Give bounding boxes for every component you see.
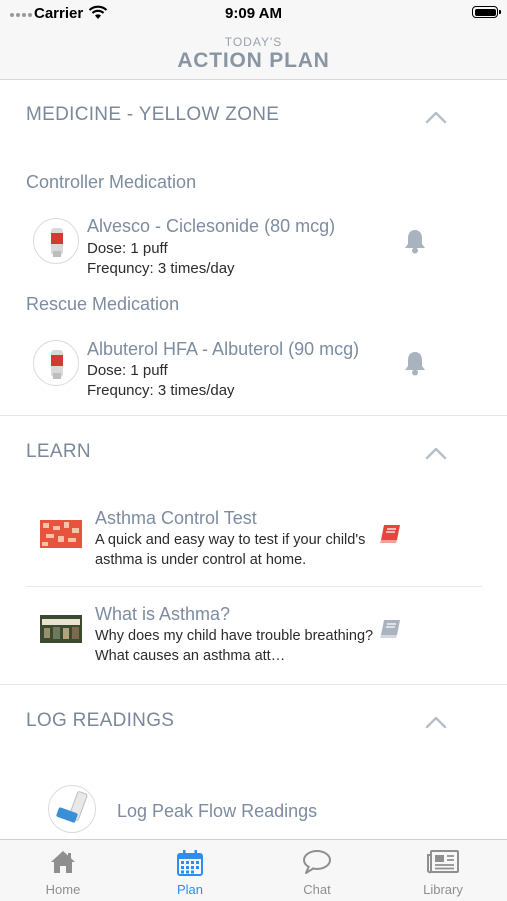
log-peak-flow-link[interactable]: Log Peak Flow Readings [117, 801, 317, 822]
learn-section-title: LEARN [26, 441, 91, 462]
peak-flow-meter-icon [48, 785, 96, 833]
rescue-med-dose: Dose: 1 puff [87, 362, 168, 379]
collapse-log-readings-chevron-up-icon[interactable] [425, 715, 447, 729]
book-icon[interactable] [378, 523, 402, 545]
controller-medication-label: Controller Medication [26, 172, 197, 192]
learn-item-description: Why does my child have trouble breathing… [95, 628, 374, 664]
inhaler-icon [33, 218, 79, 264]
rescue-med-name[interactable]: Albuterol HFA - Albuterol (90 mcg) [87, 339, 359, 360]
calendar-icon [177, 850, 203, 876]
learn-item-description: A quick and easy way to test if your chi… [95, 532, 366, 568]
battery-icon [472, 6, 501, 18]
log-readings-section-title: LOG READINGS [26, 710, 175, 731]
tab-plan[interactable]: Plan [127, 840, 253, 901]
tab-label: Plan [176, 882, 204, 897]
reminder-bell-icon[interactable] [403, 350, 427, 376]
learn-item-divider [26, 586, 482, 587]
section-divider [0, 415, 507, 416]
controller-med-frequency: Frequncy: 3 times/day [87, 260, 235, 277]
home-icon [51, 851, 75, 873]
nav-header: TODAY'S ACTION PLAN [0, 28, 507, 80]
header-subtitle: TODAY'S [224, 35, 283, 49]
tab-bar: Home Plan Chat Library [0, 839, 507, 901]
collapse-learn-chevron-up-icon[interactable] [425, 446, 447, 460]
tab-library[interactable]: Library [380, 840, 506, 901]
tab-label: Library [423, 882, 463, 897]
tab-label: Chat [303, 882, 331, 897]
reminder-bell-icon[interactable] [403, 228, 427, 254]
tab-chat[interactable]: Chat [254, 840, 380, 901]
what-is-asthma-thumbnail [40, 615, 82, 643]
tab-home[interactable]: Home [0, 840, 126, 901]
page-title: ACTION PLAN [177, 49, 330, 72]
chat-icon [303, 850, 331, 874]
book-icon[interactable] [378, 618, 402, 640]
medicine-section-title: MEDICINE - YELLOW ZONE [26, 104, 280, 125]
tab-label: Home [45, 882, 81, 897]
status-bar: Carrier 9:09 AM [0, 0, 507, 28]
rescue-medication-label: Rescue Medication [26, 294, 180, 314]
newspaper-icon [427, 850, 459, 874]
collapse-medicine-chevron-up-icon[interactable] [425, 110, 447, 124]
inhaler-icon [33, 340, 79, 386]
learn-item-title[interactable]: What is Asthma? [95, 604, 230, 625]
section-divider [0, 684, 507, 685]
controller-med-dose: Dose: 1 puff [87, 240, 168, 257]
asthma-control-test-thumbnail [40, 520, 82, 548]
controller-med-name[interactable]: Alvesco - Ciclesonide (80 mcg) [87, 216, 335, 237]
learn-item-title[interactable]: Asthma Control Test [95, 508, 257, 529]
rescue-med-frequency: Frequncy: 3 times/day [87, 382, 235, 399]
status-time: 9:09 AM [225, 5, 282, 22]
